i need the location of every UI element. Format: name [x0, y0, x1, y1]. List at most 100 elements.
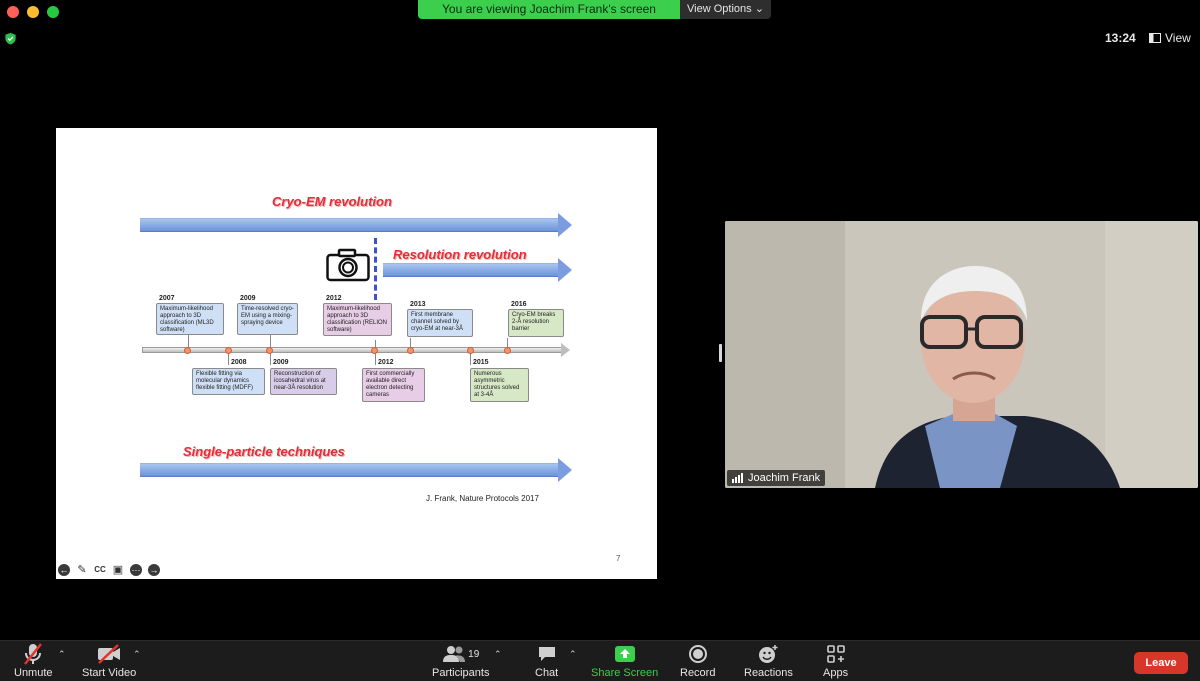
timeline-tick	[270, 333, 271, 347]
signal-strength-icon	[732, 473, 743, 483]
single-particle-arrow	[140, 458, 572, 482]
chevron-down-icon: ⌄	[754, 3, 764, 15]
slide-citation: J. Frank, Nature Protocols 2017	[426, 494, 539, 503]
timeline-dot	[467, 347, 474, 354]
timeline-dot	[504, 347, 511, 354]
share-screen-label: Share Screen	[591, 667, 659, 679]
event-box: First commercially available direct elec…	[362, 368, 425, 402]
presentation-slide: Cryo-EM revolution Resolution revolution	[56, 128, 657, 579]
slide-title-resolution: Resolution revolution	[393, 247, 527, 262]
screen-share-banner: You are viewing Joachim Frank's screen V…	[418, 0, 771, 19]
audio-options-caret-icon[interactable]: ⌃	[58, 649, 66, 660]
view-options-label: View Options	[687, 3, 752, 15]
event-year: 2016	[511, 301, 527, 308]
reactions-label: Reactions	[744, 667, 793, 679]
chat-icon	[538, 647, 555, 661]
participants-button[interactable]: 19 Participants	[432, 641, 489, 679]
participant-video-frame	[725, 221, 1198, 488]
event-box: Maximum-likelihood approach to 3D classi…	[323, 303, 392, 336]
previous-slide-icon[interactable]: ←	[58, 564, 70, 576]
event-year: 2007	[159, 295, 175, 302]
captions-icon[interactable]: CC	[94, 564, 106, 576]
viewing-screen-label: You are viewing Joachim Frank's screen	[418, 0, 680, 19]
panel-resize-handle[interactable]	[719, 344, 722, 362]
minimize-window-button[interactable]	[27, 6, 39, 18]
event-box: Maximum-likelihood approach to 3D classi…	[156, 303, 224, 335]
participants-count: 19	[468, 648, 480, 660]
event-year: 2009	[273, 359, 289, 366]
view-options-button[interactable]: View Options ⌄	[680, 0, 771, 19]
slide-title-single-particle: Single-particle techniques	[183, 444, 345, 459]
timeline-tick	[375, 340, 376, 347]
slide-page-number: 7	[616, 554, 621, 563]
timeline-tick	[470, 353, 471, 365]
reactions-icon	[759, 645, 778, 663]
timeline-dot	[371, 347, 378, 354]
apps-button[interactable]: Apps	[823, 641, 848, 679]
video-options-caret-icon[interactable]: ⌃	[133, 649, 141, 660]
event-box: First membrane channel solved by cryo-EM…	[407, 309, 473, 337]
next-slide-icon[interactable]: →	[148, 564, 160, 576]
timeline-tick	[410, 338, 411, 347]
participant-video[interactable]: Joachim Frank	[725, 221, 1198, 488]
microphone-muted-icon	[24, 643, 43, 665]
event-box: Numerous asymmetric structures solved at…	[470, 368, 529, 402]
chat-label: Chat	[535, 667, 559, 679]
event-box: Flexible fitting via molecular dynamics …	[192, 368, 265, 395]
event-year: 2015	[473, 359, 489, 366]
share-screen-button[interactable]: Share Screen	[591, 641, 658, 679]
unmute-button[interactable]: Unmute	[14, 641, 53, 679]
timeline-tick	[228, 353, 229, 365]
shield-icon[interactable]	[4, 32, 17, 45]
participant-name-tag: Joachim Frank	[727, 470, 826, 486]
participants-options-caret-icon[interactable]: ⌃	[494, 649, 502, 660]
timeline-dot	[407, 347, 414, 354]
layout-icon	[1149, 33, 1161, 43]
record-label: Record	[680, 667, 716, 679]
event-year: 2012	[378, 359, 394, 366]
view-layout-button[interactable]: View	[1149, 31, 1191, 45]
shared-screen: Cryo-EM revolution Resolution revolution	[0, 128, 718, 579]
chat-options-caret-icon[interactable]: ⌃	[569, 649, 577, 660]
share-screen-icon	[614, 646, 635, 662]
apps-label: Apps	[823, 667, 849, 679]
event-year: 2008	[231, 359, 247, 366]
camera-icon	[326, 248, 370, 282]
event-box: Reconstruction of icosahedral virus at n…	[270, 368, 337, 395]
event-year: 2013	[410, 301, 426, 308]
event-box: Cryo-EM breaks 2-Å resolution barrier	[508, 309, 564, 337]
record-button[interactable]: Record	[680, 641, 715, 679]
camera-off-icon[interactable]: ▣	[112, 564, 124, 576]
timeline-dot	[225, 347, 232, 354]
record-icon	[688, 645, 707, 663]
chat-button[interactable]: Chat	[535, 641, 558, 679]
start-video-label: Start Video	[82, 667, 137, 679]
start-video-button[interactable]: Start Video	[82, 641, 136, 679]
event-year: 2012	[326, 295, 342, 302]
timeline-tick	[270, 353, 271, 365]
close-window-button[interactable]	[7, 6, 19, 18]
maximize-window-button[interactable]	[47, 6, 59, 18]
timeline-tick	[375, 353, 376, 365]
meeting-toolbar: Unmute ⌃ Start Video ⌃ 19 Participants ⌃…	[0, 640, 1200, 681]
more-options-icon[interactable]: ⋯	[130, 564, 142, 576]
cryo-em-arrow	[140, 213, 572, 237]
apps-icon	[826, 645, 845, 663]
leave-button[interactable]: Leave	[1134, 652, 1188, 674]
clock-time: 13:24	[1105, 31, 1136, 45]
timeline-axis	[142, 343, 570, 357]
participants-label: Participants	[432, 667, 490, 679]
reactions-button[interactable]: Reactions	[744, 641, 793, 679]
participants-icon	[443, 646, 466, 662]
event-box: Time-resolved cryo-EM using a mixing-spr…	[237, 303, 298, 335]
timeline-tick	[507, 338, 508, 347]
timeline-dot	[266, 347, 273, 354]
view-label: View	[1165, 31, 1191, 45]
slide-title-cryo-em: Cryo-EM revolution	[272, 194, 392, 209]
window-controls	[7, 6, 59, 18]
slideshow-controls: ← ✎ CC ▣ ⋯ →	[58, 564, 160, 576]
pen-icon[interactable]: ✎	[76, 564, 88, 576]
participant-name: Joachim Frank	[748, 472, 821, 484]
zoom-window: You are viewing Joachim Frank's screen V…	[0, 0, 1200, 681]
video-camera-off-icon	[98, 644, 121, 664]
